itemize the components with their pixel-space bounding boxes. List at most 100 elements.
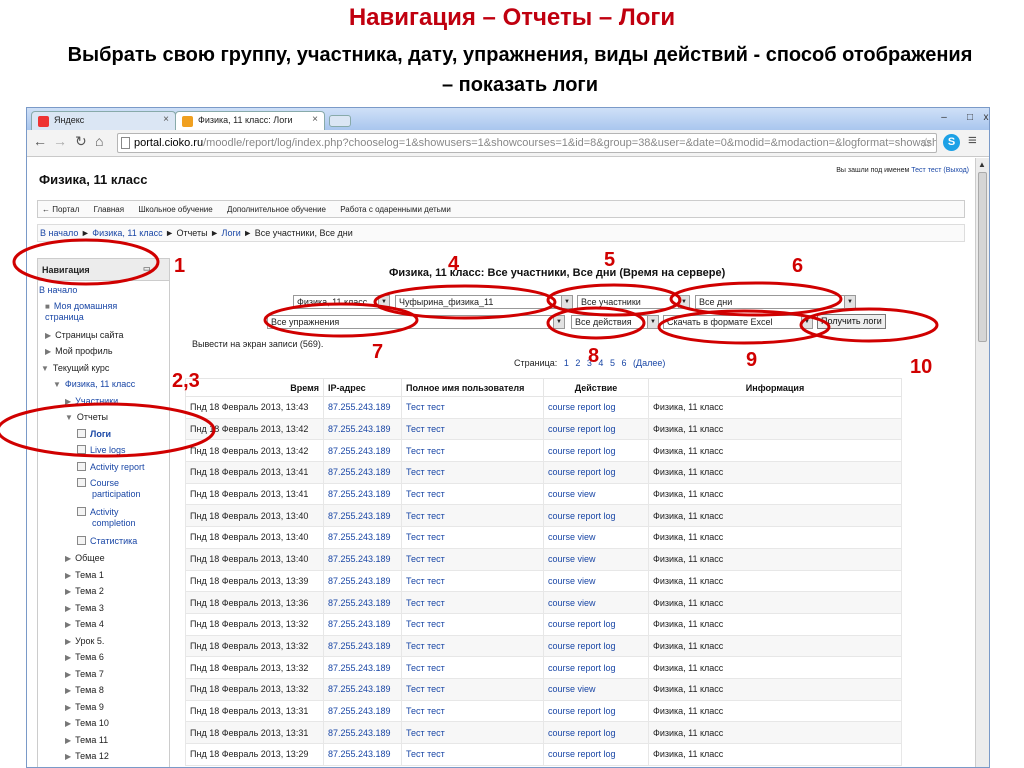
nav-topic[interactable]: ▶ Урок 5. — [65, 636, 104, 647]
log-ip[interactable]: 87.255.243.189 — [323, 677, 402, 701]
log-user[interactable]: Тест тест — [401, 721, 544, 744]
nav-reports[interactable]: ▼ Отчеты — [65, 412, 108, 423]
nav-live-logs[interactable]: Live logs — [77, 445, 126, 456]
nav-statistics-link[interactable]: Статистика — [90, 536, 137, 546]
log-ip[interactable]: 87.255.243.189 — [323, 396, 402, 419]
menu-item-additional[interactable]: Дополнительное обучение — [227, 205, 326, 214]
log-action[interactable]: course report log — [543, 656, 649, 679]
forward-icon[interactable]: → — [53, 133, 67, 149]
nav-course[interactable]: ▼ Физика, 11 класс — [53, 379, 135, 390]
log-action[interactable]: course report log — [543, 721, 649, 744]
log-ip[interactable]: 87.255.243.189 — [323, 461, 402, 484]
log-action[interactable]: course view — [543, 526, 649, 549]
nav-statistics[interactable]: Статистика — [77, 536, 137, 547]
scroll-thumb[interactable] — [978, 172, 987, 342]
log-action[interactable]: course view — [543, 547, 649, 571]
log-action[interactable]: course report log — [543, 612, 649, 636]
tab-yandex[interactable]: Яндекс × — [31, 111, 176, 130]
log-action[interactable]: course view — [543, 569, 649, 593]
page-link[interactable]: 4 — [598, 358, 603, 368]
log-action[interactable]: course view — [543, 677, 649, 701]
group-select[interactable]: Чуфырина_физика_11 ▼ — [395, 295, 573, 309]
log-user[interactable]: Тест тест — [401, 547, 544, 571]
nav-topic[interactable]: ▶ Тема 11 — [65, 735, 108, 746]
course-select[interactable]: Физика, 11 класс ▼ — [293, 295, 390, 309]
back-icon[interactable]: ← — [33, 133, 47, 149]
menu-item-main[interactable]: Главная — [94, 205, 124, 214]
nav-participants-link[interactable]: Участники — [75, 396, 118, 406]
nav-course-participation[interactable]: Course participation — [77, 478, 157, 500]
log-user[interactable]: Тест тест — [401, 591, 544, 614]
new-tab-button[interactable] — [329, 115, 351, 127]
page-link[interactable]: 2 — [575, 358, 580, 368]
nav-topic[interactable]: ▶ Тема 2 — [65, 586, 104, 597]
close-icon[interactable]: × — [163, 114, 169, 125]
reload-icon[interactable]: ↻ — [75, 133, 87, 150]
nav-activity-completion-link[interactable]: Activity completion — [90, 507, 136, 528]
nav-logs[interactable]: Логи — [77, 429, 111, 440]
menu-icon[interactable]: ≡ — [968, 132, 977, 149]
menu-item-gifted[interactable]: Работа с одаренными детьми — [340, 205, 451, 214]
column-header-time[interactable]: Время — [185, 378, 324, 397]
activities-select[interactable]: Все упражнения ▼ — [267, 315, 565, 329]
page-link[interactable]: 1 — [564, 358, 569, 368]
block-controls-icon[interactable]: ▭ ▫ — [143, 264, 165, 274]
breadcrumb-course[interactable]: Физика, 11 класс — [92, 228, 162, 238]
nav-topic[interactable]: ▶ Тема 12 — [65, 751, 109, 762]
nav-participants[interactable]: ▶ Участники — [65, 396, 118, 407]
nav-topic[interactable]: ▶ Тема 1 — [65, 570, 104, 581]
page-link[interactable]: 5 — [610, 358, 615, 368]
nav-activity-report-link[interactable]: Activity report — [90, 462, 145, 472]
log-user[interactable]: Тест тест — [401, 461, 544, 484]
log-ip[interactable]: 87.255.243.189 — [323, 417, 402, 441]
log-ip[interactable]: 87.255.243.189 — [323, 439, 402, 463]
nav-my-home[interactable]: ■ Моя домашняя страница — [45, 301, 153, 323]
nav-topic[interactable]: ▶ Тема 8 — [65, 685, 104, 696]
page-link[interactable]: 6 — [621, 358, 626, 368]
scrollbar[interactable]: ▲ — [975, 158, 989, 767]
log-action[interactable]: course report log — [543, 634, 649, 658]
log-action[interactable]: course report log — [543, 504, 649, 528]
logout-link[interactable]: (Выход) — [943, 167, 969, 174]
log-user[interactable]: Тест тест — [401, 396, 544, 419]
log-ip[interactable]: 87.255.243.189 — [323, 699, 402, 723]
nav-topic[interactable]: ▶ Тема 7 — [65, 669, 104, 680]
actions-select[interactable]: Все действия ▼ — [571, 315, 659, 329]
nav-logs-link[interactable]: Логи — [90, 429, 111, 439]
log-user[interactable]: Тест тест — [401, 699, 544, 723]
nav-home-link[interactable]: В начало — [39, 285, 77, 295]
nav-course-participation-link[interactable]: Course participation — [90, 478, 141, 499]
menu-item-school[interactable]: Школьное обучение — [138, 205, 212, 214]
log-user[interactable]: Тест тест — [401, 612, 544, 636]
breadcrumb-home[interactable]: В начало — [40, 228, 78, 238]
days-select[interactable]: Все дни ▼ — [695, 295, 856, 309]
column-header-info[interactable]: Информация — [648, 378, 902, 397]
log-ip[interactable]: 87.255.243.189 — [323, 634, 402, 658]
menu-item-portal[interactable]: ← Портал — [42, 205, 79, 214]
scroll-up-icon[interactable]: ▲ — [978, 160, 986, 169]
tab-moodle-logs[interactable]: Физика, 11 класс: Логи × — [175, 111, 325, 130]
log-user[interactable]: Тест тест — [401, 417, 544, 441]
log-action[interactable]: course view — [543, 591, 649, 614]
log-action[interactable]: course report log — [543, 743, 649, 766]
log-ip[interactable]: 87.255.243.189 — [323, 504, 402, 528]
nav-site-pages[interactable]: ▶ Страницы сайта — [45, 330, 123, 341]
log-user[interactable]: Тест тест — [401, 677, 544, 701]
log-user[interactable]: Тест тест — [401, 482, 544, 506]
nav-topic[interactable]: ▶ Тема 9 — [65, 702, 104, 713]
nav-topic[interactable]: ▶ Тема 3 — [65, 603, 104, 614]
star-icon[interactable]: ☆ — [920, 135, 932, 151]
format-select[interactable]: Скачать в формате Excel ▼ — [663, 315, 813, 329]
nav-current-course[interactable]: ▼ Текущий курс — [41, 363, 109, 374]
log-action[interactable]: course report log — [543, 417, 649, 441]
nav-topic[interactable]: ▶ Тема 10 — [65, 718, 109, 729]
log-ip[interactable]: 87.255.243.189 — [323, 612, 402, 636]
log-user[interactable]: Тест тест — [401, 656, 544, 679]
log-user[interactable]: Тест тест — [401, 634, 544, 658]
log-user[interactable]: Тест тест — [401, 569, 544, 593]
log-ip[interactable]: 87.255.243.189 — [323, 743, 402, 766]
login-user-link[interactable]: Тест тест — [911, 167, 941, 174]
nav-topic[interactable]: ▶ Тема 4 — [65, 619, 104, 630]
participants-select[interactable]: Все участники ▼ — [577, 295, 690, 309]
page-link[interactable]: 3 — [587, 358, 592, 368]
